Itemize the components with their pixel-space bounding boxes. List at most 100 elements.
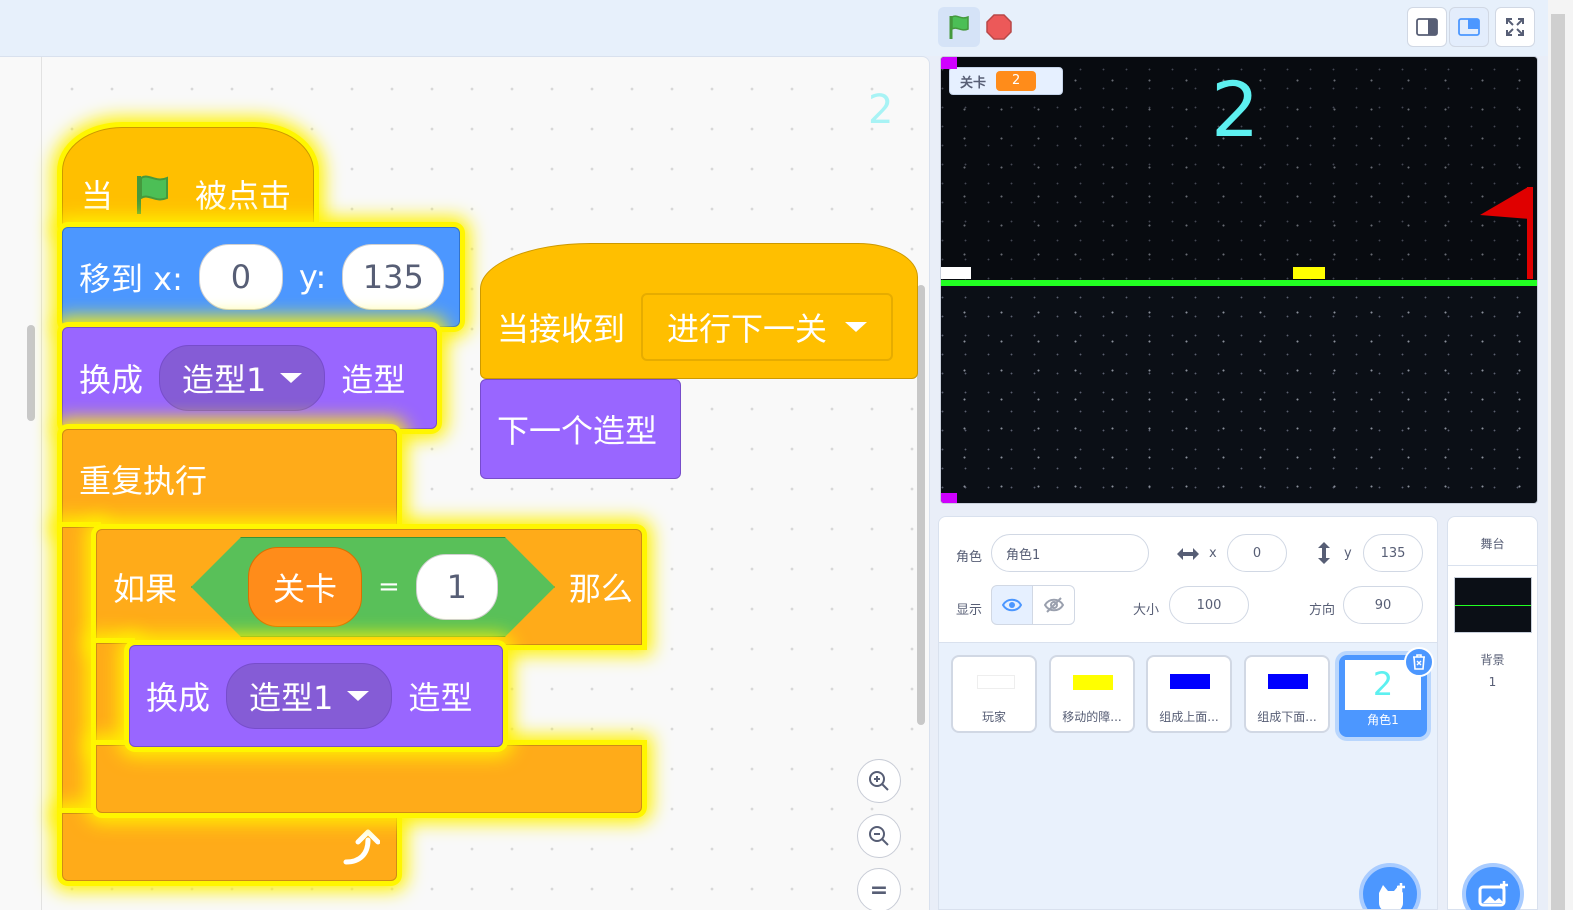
top-bar <box>0 0 1548 56</box>
costume-dropdown-value: 造型1 <box>182 361 267 399</box>
dropdown-arrow-icon <box>845 322 868 332</box>
show-hidden-button[interactable] <box>1033 585 1075 625</box>
costume-dropdown-inner-value: 造型1 <box>249 679 334 717</box>
monitor-value: 2 <box>996 71 1037 91</box>
eye-icon <box>1002 598 1022 612</box>
hat-flag-prefix: 当 <box>81 177 114 215</box>
x-input[interactable]: 0 <box>198 244 283 310</box>
goto-y-label: y: <box>298 258 327 296</box>
goal-flag <box>1480 187 1533 279</box>
x-position-input[interactable]: 0 <box>1227 534 1287 572</box>
go-to-xy-block[interactable]: 移到 x: 0 y: 135 <box>62 227 460 327</box>
stage-panel-divider <box>1448 565 1537 566</box>
fullscreen-button[interactable] <box>1495 7 1535 47</box>
trash-icon <box>1413 654 1425 670</box>
switch-costume-suffix: 造型 <box>341 361 406 399</box>
size-label: 大小 <box>1133 603 1160 618</box>
dropdown-arrow-icon <box>347 691 370 701</box>
zoom-in-button[interactable] <box>857 759 901 803</box>
variable-reporter[interactable]: 关卡 <box>248 547 362 627</box>
stop-sign-icon <box>986 14 1012 40</box>
sprite-indicator: 2 <box>868 87 894 133</box>
code-workspace[interactable]: 2 当 被点击 移到 x: 0 y: 135 换成 造型1 造型 重复执行 如果… <box>0 56 930 910</box>
green-flag-icon <box>137 175 169 214</box>
when-flag-clicked-block[interactable]: 当 被点击 <box>62 127 314 231</box>
moving-obstacle-sprite <box>1293 267 1325 279</box>
next-costume-label: 下一个造型 <box>497 412 658 450</box>
large-stage-button[interactable] <box>1449 7 1489 47</box>
if-then-block[interactable]: 如果 关卡 = 1 那么 <box>96 529 642 645</box>
when-i-receive-block[interactable]: 当接收到 进行下一关 <box>480 243 918 379</box>
then-label: 那么 <box>568 570 633 608</box>
switch-costume-block[interactable]: 换成 造型1 造型 <box>62 327 437 429</box>
forever-block[interactable]: 重复执行 <box>62 429 397 529</box>
sprite-name-input[interactable]: 角色1 <box>991 534 1149 572</box>
workspace-left-scrollbar[interactable] <box>27 325 35 421</box>
switch-costume-inner-suffix: 造型 <box>408 679 473 717</box>
y-input[interactable]: 135 <box>342 244 445 310</box>
message-dropdown[interactable]: 进行下一关 <box>641 293 894 361</box>
workspace-gutter <box>0 57 42 910</box>
green-flag-button[interactable] <box>938 7 980 47</box>
sprite-thumb-label: 组成下面... <box>1257 710 1317 724</box>
sprite-properties: 角色 角色1 x 0 y 135 显示 大小 100 方向 90 <box>939 517 1437 643</box>
forever-label: 重复执行 <box>79 462 208 500</box>
next-costume-block[interactable]: 下一个造型 <box>480 379 681 479</box>
goto-label: 移到 x: <box>79 260 183 298</box>
fullscreen-icon <box>1506 18 1524 36</box>
level-number-text: 2 <box>1211 65 1260 154</box>
forever-block-foot[interactable] <box>62 813 397 881</box>
x-arrows-icon <box>1177 548 1199 560</box>
loop-arrow-icon <box>343 829 380 865</box>
small-stage-button[interactable] <box>1407 7 1447 47</box>
sprite-name-label: 角色 <box>956 550 983 565</box>
show-visible-button[interactable] <box>991 585 1033 625</box>
stage-panel-title: 舞台 <box>1480 537 1505 551</box>
switch-costume-block-inner[interactable]: 换成 造型1 造型 <box>129 645 503 747</box>
stop-button[interactable] <box>984 12 1014 42</box>
page-scrollbar-thumb[interactable] <box>1551 14 1565 910</box>
sprite-thumb-player[interactable]: 玩家 <box>951 655 1037 733</box>
small-stage-icon <box>1416 18 1438 36</box>
sprite-costume-preview <box>977 675 1015 689</box>
message-dropdown-value: 进行下一关 <box>667 310 828 348</box>
sprite-thumb-lower[interactable]: 组成下面... <box>1244 655 1330 733</box>
delete-sprite-button[interactable] <box>1404 647 1434 677</box>
direction-input[interactable]: 90 <box>1343 586 1423 624</box>
zoom-out-button[interactable] <box>857 814 901 858</box>
direction-label: 方向 <box>1309 603 1336 618</box>
equals-operator-block[interactable]: 关卡 = 1 <box>191 537 555 637</box>
sprite-thumb-moving-obstacle[interactable]: 移动的障... <box>1049 655 1135 733</box>
equals-sign: = <box>378 572 400 602</box>
green-flag-icon <box>949 15 969 39</box>
zoom-reset-button[interactable]: = <box>857 868 901 910</box>
sprite-thumb-upper[interactable]: 组成上面... <box>1146 655 1232 733</box>
workspace-vertical-scrollbar[interactable] <box>917 285 925 725</box>
sprite-thumb-label: 移动的障... <box>1062 710 1122 724</box>
variable-monitor[interactable]: 关卡 2 <box>949 67 1063 95</box>
player-sprite <box>941 267 971 279</box>
compare-input[interactable]: 1 <box>416 554 498 620</box>
costume-dropdown[interactable]: 造型1 <box>159 345 326 411</box>
large-stage-icon <box>1458 18 1480 36</box>
y-position-input[interactable]: 135 <box>1363 534 1423 572</box>
sprite-costume-preview <box>1073 675 1113 690</box>
choose-sprite-button[interactable] <box>1359 863 1421 909</box>
choose-backdrop-button[interactable] <box>1462 863 1524 910</box>
if-block-foot <box>96 745 642 813</box>
zoom-out-icon <box>869 826 889 846</box>
eye-slash-icon <box>1043 597 1064 613</box>
corner-marker-bottom <box>941 493 957 503</box>
dropdown-arrow-icon <box>280 373 303 383</box>
size-input[interactable]: 100 <box>1169 586 1249 624</box>
sprite-info-panel: 角色 角色1 x 0 y 135 显示 大小 100 方向 90 玩家 移动的障… <box>938 516 1438 910</box>
backdrop-ground-line <box>1455 605 1531 606</box>
ground-line <box>941 280 1537 286</box>
backdrop-image-icon <box>1478 881 1508 907</box>
stage[interactable]: 关卡 2 2 <box>940 56 1538 504</box>
monitor-name: 关卡 <box>960 75 987 91</box>
corner-marker-top <box>941 57 957 69</box>
backdrop-thumbnail[interactable] <box>1454 577 1532 633</box>
costume-dropdown-inner[interactable]: 造型1 <box>226 663 393 729</box>
stage-panel[interactable]: 舞台 背景 1 <box>1447 516 1538 910</box>
